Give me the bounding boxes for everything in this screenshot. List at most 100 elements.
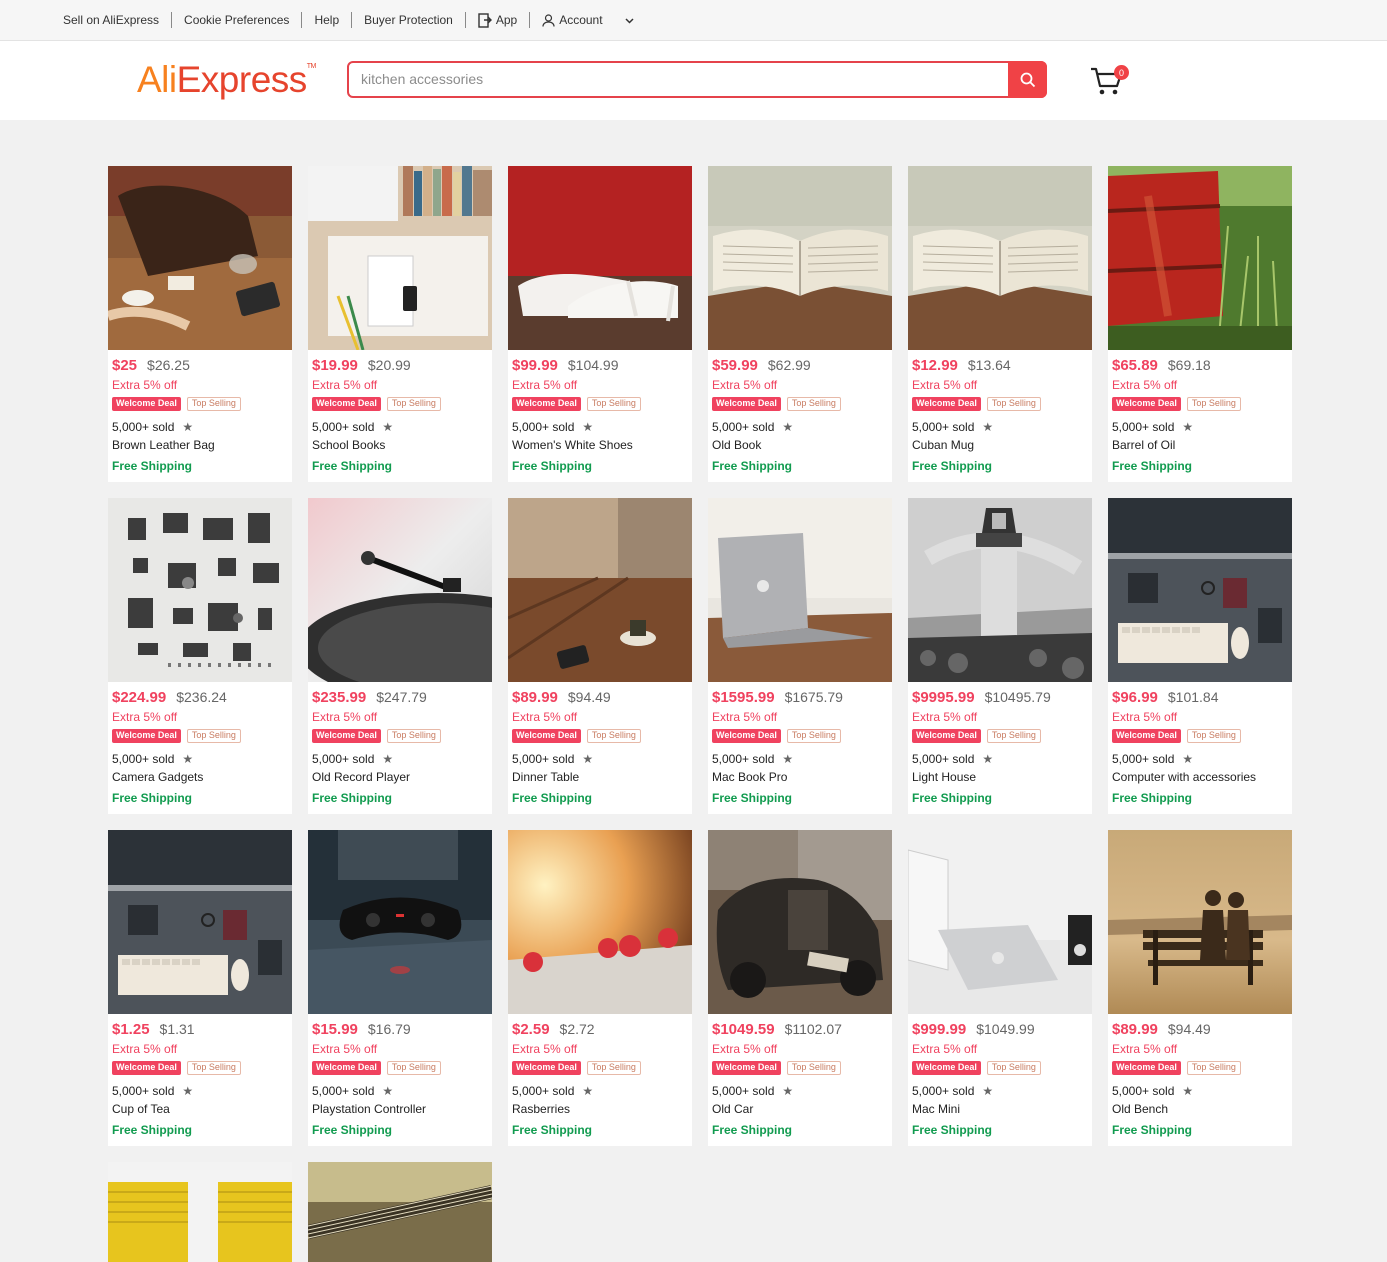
- product-image[interactable]: [108, 166, 292, 350]
- price: $224.99: [112, 689, 167, 706]
- product-card[interactable]: $89.99 $94.49 Extra 5% off Welcome Deal …: [508, 498, 692, 814]
- product-info: $2.59 $2.72 Extra 5% off Welcome Deal To…: [508, 1014, 692, 1137]
- product-name[interactable]: Old Record Player: [312, 770, 488, 786]
- extra-discount: Extra 5% off: [512, 378, 578, 392]
- badges: Welcome Deal Top Selling: [912, 397, 1088, 411]
- price-row: $1.25 $1.31: [112, 1021, 288, 1041]
- product-image[interactable]: [508, 830, 692, 1014]
- sold-count: 5,000+ sold ★: [512, 1083, 688, 1099]
- sold-count: 5,000+ sold ★: [1112, 751, 1288, 767]
- product-grid: $25 $26.25 Extra 5% off Welcome Deal Top…: [108, 166, 1292, 1262]
- product-name[interactable]: Light House: [912, 770, 1088, 786]
- product-card[interactable]: $96.99 $101.84 Extra 5% off Welcome Deal…: [1108, 498, 1292, 814]
- product-name[interactable]: Old Car: [712, 1102, 888, 1118]
- search-input[interactable]: [361, 71, 1001, 87]
- help-link[interactable]: Help: [302, 12, 353, 28]
- product-card[interactable]: [308, 1162, 492, 1262]
- product-name[interactable]: School Books: [312, 438, 488, 454]
- product-card[interactable]: $1.25 $1.31 Extra 5% off Welcome Deal To…: [108, 830, 292, 1146]
- search-button[interactable]: [1008, 61, 1047, 98]
- product-name[interactable]: Camera Gadgets: [112, 770, 288, 786]
- product-card[interactable]: $65.89 $69.18 Extra 5% off Welcome Deal …: [1108, 166, 1292, 482]
- product-info: $224.99 $236.24 Extra 5% off Welcome Dea…: [108, 682, 292, 805]
- extra-discount: Extra 5% off: [512, 1042, 578, 1056]
- product-card[interactable]: $224.99 $236.24 Extra 5% off Welcome Dea…: [108, 498, 292, 814]
- product-name[interactable]: Playstation Controller: [312, 1102, 488, 1118]
- product-name[interactable]: Mac Mini: [912, 1102, 1088, 1118]
- product-image[interactable]: [708, 166, 892, 350]
- price: $96.99: [1112, 689, 1158, 706]
- product-name[interactable]: Cuban Mug: [912, 438, 1088, 454]
- price: $89.99: [512, 689, 558, 706]
- original-price: $69.18: [1167, 357, 1211, 373]
- product-card[interactable]: $1595.99 $1675.79 Extra 5% off Welcome D…: [708, 498, 892, 814]
- top-selling-badge: Top Selling: [586, 729, 641, 743]
- welcome-deal-badge: Welcome Deal: [712, 1061, 781, 1075]
- product-card[interactable]: [108, 1162, 292, 1262]
- product-card[interactable]: $999.99 $1049.99 Extra 5% off Welcome De…: [908, 830, 1092, 1146]
- product-card[interactable]: $99.99 $104.99 Extra 5% off Welcome Deal…: [508, 166, 692, 482]
- product-card[interactable]: $9995.99 $10495.79 Extra 5% off Welcome …: [908, 498, 1092, 814]
- product-name[interactable]: Dinner Table: [512, 770, 688, 786]
- app-link[interactable]: App: [466, 12, 531, 28]
- original-price: $1.31: [159, 1021, 195, 1037]
- product-card[interactable]: $25 $26.25 Extra 5% off Welcome Deal Top…: [108, 166, 292, 482]
- product-card[interactable]: $15.99 $16.79 Extra 5% off Welcome Deal …: [308, 830, 492, 1146]
- product-image[interactable]: [308, 166, 492, 350]
- star-icon: ★: [182, 420, 194, 434]
- product-image[interactable]: [508, 166, 692, 350]
- product-image[interactable]: [308, 1162, 492, 1262]
- product-name[interactable]: Old Bench: [1112, 1102, 1288, 1118]
- product-image[interactable]: [1108, 498, 1292, 682]
- top-selling-badge: Top Selling: [186, 1061, 241, 1075]
- original-price: $1049.99: [976, 1021, 1035, 1037]
- sell-link[interactable]: Sell on AliExpress: [63, 12, 173, 28]
- product-name[interactable]: Old Book: [712, 438, 888, 454]
- buyer-protection-link[interactable]: Buyer Protection: [352, 12, 466, 28]
- product-name[interactable]: Cup of Tea: [112, 1102, 288, 1118]
- header: AliExpressTM 0: [0, 41, 1387, 120]
- product-card[interactable]: $12.99 $13.64 Extra 5% off Welcome Deal …: [908, 166, 1092, 482]
- product-image[interactable]: [908, 498, 1092, 682]
- product-image[interactable]: [308, 498, 492, 682]
- free-shipping: Free Shipping: [712, 1123, 793, 1137]
- top-selling-badge: Top Selling: [186, 397, 241, 411]
- product-image[interactable]: [708, 498, 892, 682]
- product-image[interactable]: [108, 498, 292, 682]
- product-card[interactable]: $59.99 $62.99 Extra 5% off Welcome Deal …: [708, 166, 892, 482]
- top-selling-badge: Top Selling: [186, 729, 241, 743]
- product-image[interactable]: [108, 1162, 292, 1262]
- extra-discount: Extra 5% off: [112, 710, 178, 724]
- cart-button[interactable]: 0: [1090, 65, 1132, 99]
- product-name[interactable]: Barrel of Oil: [1112, 438, 1288, 454]
- product-image[interactable]: [708, 830, 892, 1014]
- product-name[interactable]: Brown Leather Bag: [112, 438, 288, 454]
- product-info: $25 $26.25 Extra 5% off Welcome Deal Top…: [108, 350, 292, 473]
- star-icon: ★: [982, 1084, 994, 1098]
- product-image[interactable]: [108, 830, 292, 1014]
- product-name[interactable]: Women's White Shoes: [512, 438, 688, 454]
- price: $89.99: [1112, 1021, 1158, 1038]
- product-image[interactable]: [908, 166, 1092, 350]
- product-image[interactable]: [908, 830, 1092, 1014]
- welcome-deal-badge: Welcome Deal: [912, 1061, 981, 1075]
- product-card[interactable]: $19.99 $20.99 Extra 5% off Welcome Deal …: [308, 166, 492, 482]
- product-name[interactable]: Computer with accessories: [1112, 770, 1288, 786]
- product-card[interactable]: $89.99 $94.49 Extra 5% off Welcome Deal …: [1108, 830, 1292, 1146]
- account-link[interactable]: Account: [530, 12, 614, 28]
- product-image[interactable]: [508, 498, 692, 682]
- product-card[interactable]: $235.99 $247.79 Extra 5% off Welcome Dea…: [308, 498, 492, 814]
- product-card[interactable]: $2.59 $2.72 Extra 5% off Welcome Deal To…: [508, 830, 692, 1146]
- product-card[interactable]: $1049.59 $1102.07 Extra 5% off Welcome D…: [708, 830, 892, 1146]
- chevron-down-icon[interactable]: [625, 13, 634, 27]
- product-image[interactable]: [308, 830, 492, 1014]
- product-image[interactable]: [1108, 830, 1292, 1014]
- top-selling-badge: Top Selling: [586, 397, 641, 411]
- user-icon: [542, 13, 555, 27]
- aliexpress-logo[interactable]: AliExpressTM: [137, 59, 316, 101]
- sold-count: 5,000+ sold ★: [712, 1083, 888, 1099]
- cookie-preferences-link[interactable]: Cookie Preferences: [172, 12, 303, 28]
- product-name[interactable]: Rasberries: [512, 1102, 688, 1118]
- product-image[interactable]: [1108, 166, 1292, 350]
- product-name[interactable]: Mac Book Pro: [712, 770, 888, 786]
